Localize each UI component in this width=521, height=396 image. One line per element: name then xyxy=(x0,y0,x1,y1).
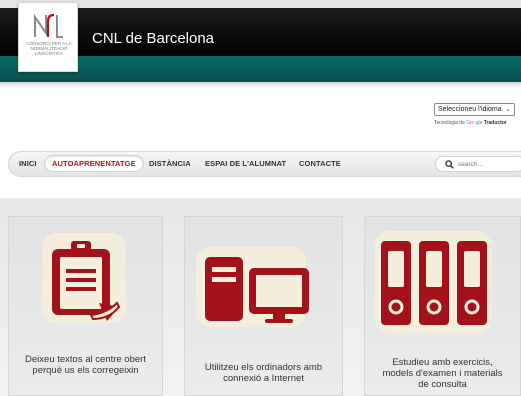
search-box[interactable] xyxy=(435,156,521,172)
nav-item-contacte[interactable]: CONTACTE xyxy=(299,159,341,168)
header-shadow xyxy=(0,82,521,88)
powered-suffix: Traductor xyxy=(483,120,507,126)
cnl-logo-icon xyxy=(34,13,63,38)
site-title[interactable]: CNL de Barcelona xyxy=(92,30,214,47)
header-black-band xyxy=(0,8,521,56)
clipboard-document-icon xyxy=(52,241,121,321)
nav-item-espai-alumnat[interactable]: ESPAI DE L'ALUMNAT xyxy=(205,159,286,168)
search-icon xyxy=(445,160,454,169)
chevron-down-icon: ⌄ xyxy=(505,106,511,113)
google-wordmark: Google xyxy=(466,120,483,126)
nav-item-distancia[interactable]: DISTÀNCIA xyxy=(149,159,191,168)
card-correct-texts[interactable]: Deixeu textos al centre obert perquè us … xyxy=(8,216,163,396)
site-header: CNL de Barcelona CONSORCI PER A LA NORMA… xyxy=(0,0,521,82)
card-computers[interactable]: Utilitzeu els ordinadors amb connexió a … xyxy=(184,216,343,396)
logo-text: CONSORCI PER A LA NORMALITZACIÓ LINGÜÍST… xyxy=(26,41,72,57)
top-strip xyxy=(0,0,521,8)
card-study-materials[interactable]: Estudieu amb exercicis, models d'examen … xyxy=(364,216,521,396)
google-translate-credit[interactable]: Tecnologia de Google Traductor xyxy=(434,120,507,126)
language-select-label: Seleccioneu l'idioma xyxy=(438,106,502,113)
nav-item-inici[interactable]: INICI xyxy=(19,159,37,168)
main-nav: INICI AUTOAPRENENTATGE DISTÀNCIA ESPAI D… xyxy=(8,151,521,177)
card-caption: Utilitzeu els ordinadors amb connexió a … xyxy=(204,362,323,384)
computer-icon xyxy=(205,257,309,323)
nav-item-autoaprenentatge[interactable]: AUTOAPRENENTATGE xyxy=(44,155,144,172)
card-caption: Estudieu amb exercicis, models d'examen … xyxy=(382,357,503,390)
binders-icon xyxy=(381,241,487,325)
header-teal-band xyxy=(0,56,521,82)
card-caption: Deixeu textos al centre obert perquè us … xyxy=(25,354,146,376)
language-select[interactable]: Seleccioneu l'idioma ⌄ xyxy=(434,103,515,116)
search-input[interactable] xyxy=(458,159,518,170)
cnl-logo[interactable]: CONSORCI PER A LA NORMALITZACIÓ LINGÜÍST… xyxy=(18,2,78,72)
powered-prefix: Tecnologia de xyxy=(434,120,465,126)
